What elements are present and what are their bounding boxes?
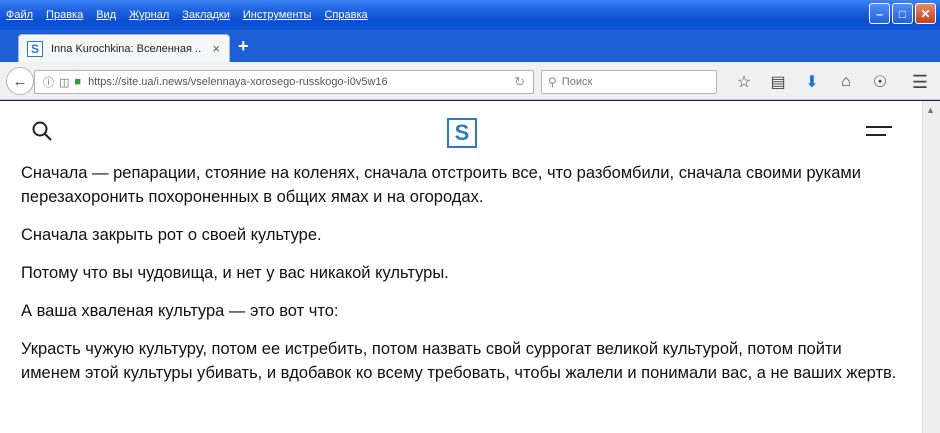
site-header: S [0, 101, 922, 161]
article-paragraph: А ваша хваленая культура — это вот что: [21, 302, 339, 320]
article-paragraph: Сначала — репарации, стояние на коленях,… [21, 164, 861, 206]
article-paragraph: Потому что вы чудовища, и нет у вас ника… [21, 264, 449, 282]
menu-view[interactable]: Вид [96, 9, 116, 21]
site-menu-icon[interactable] [866, 126, 892, 140]
new-tab-button[interactable]: + [238, 36, 249, 57]
reload-icon[interactable]: ↻ [514, 74, 525, 90]
scroll-up-icon[interactable]: ▲ [926, 105, 935, 115]
close-window-button[interactable]: ✕ [915, 3, 936, 24]
minimize-button[interactable]: – [869, 3, 890, 24]
back-arrow-icon: ← [12, 72, 28, 90]
search-input[interactable] [561, 76, 712, 88]
menu-file[interactable]: Файл [6, 9, 33, 21]
url-bar[interactable]: ⓘ ◫ ■ https://site.ua/i.news/vselennaya-… [34, 70, 534, 94]
url-text[interactable]: https://site.ua/i.news/vselennaya-xorose… [88, 76, 388, 88]
article-paragraph: Сначала закрыть рот о своей культуре. [21, 226, 322, 244]
maximize-button[interactable]: □ [892, 3, 913, 24]
search-icon: ⚲ [548, 75, 557, 89]
vertical-scrollbar[interactable]: ▲ [922, 101, 940, 433]
tab-strip: S Inna Kurochkina: Вселенная ... × + [0, 30, 940, 62]
menu-bar: Файл Правка Вид Журнал Закладки Инструме… [6, 2, 381, 28]
menu-bookmarks[interactable]: Закладки [182, 9, 230, 21]
tab-active[interactable]: S Inna Kurochkina: Вселенная ... × [18, 34, 230, 62]
menu-history[interactable]: Журнал [129, 9, 169, 21]
download-icon[interactable]: ⬇ [795, 70, 829, 94]
bookmark-star-icon[interactable]: ☆ [727, 70, 761, 94]
site-favicon-icon: S [27, 40, 43, 57]
shield-icon[interactable]: ◫ [59, 76, 69, 89]
menu-tools[interactable]: Инструменты [243, 9, 312, 21]
menu-help[interactable]: Справка [324, 9, 367, 21]
site-logo[interactable]: S [447, 118, 477, 148]
article-body: Сначала — репарации, стояние на коленях,… [0, 161, 922, 385]
window-controls: – □ ✕ [869, 3, 936, 24]
home-icon[interactable]: ⌂ [829, 70, 863, 94]
article-paragraph: Украсть чужую культуру, потом ее истреби… [21, 340, 897, 382]
pocket-icon[interactable]: ☉ [863, 70, 897, 94]
back-button[interactable]: ← [6, 67, 34, 95]
menu-edit[interactable]: Правка [46, 9, 83, 21]
lock-icon[interactable]: ■ [74, 76, 81, 88]
site-search-icon[interactable] [32, 121, 52, 141]
info-icon[interactable]: ⓘ [43, 74, 54, 90]
tab-title: Inna Kurochkina: Вселенная ... [51, 42, 201, 55]
toolbar-icons: ☆ ▤ ⬇ ⌂ ☉ ☰ [727, 70, 937, 94]
page-content: S Сначала — репарации, стояние на коленя… [0, 101, 922, 433]
hamburger-menu-icon[interactable]: ☰ [903, 70, 937, 94]
navigation-bar: ← ⓘ ◫ ■ https://site.ua/i.news/vselennay… [0, 62, 940, 100]
tab-close-icon[interactable]: × [212, 41, 220, 56]
reading-list-icon[interactable]: ▤ [761, 70, 795, 94]
search-bar[interactable]: ⚲ [541, 70, 717, 94]
title-bar: Файл Правка Вид Журнал Закладки Инструме… [0, 0, 940, 30]
